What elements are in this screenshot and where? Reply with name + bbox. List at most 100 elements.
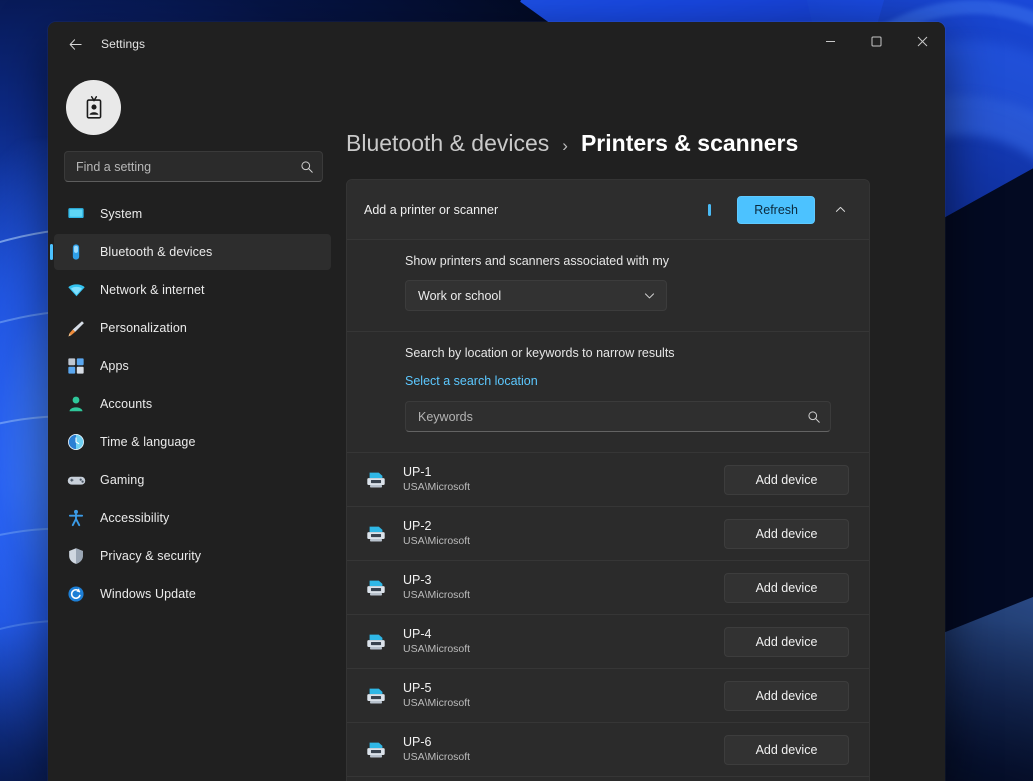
avatar-container [48, 66, 341, 151]
printer-info: UP-5 USA\Microsoft [403, 681, 724, 710]
back-arrow-icon [68, 37, 83, 52]
breadcrumb-parent[interactable]: Bluetooth & devices [346, 130, 549, 157]
printer-name: UP-6 [403, 735, 724, 750]
association-dropdown[interactable]: Work or school [405, 280, 667, 311]
sidebar-item-label: Accounts [100, 397, 152, 411]
printer-info: UP-3 USA\Microsoft [403, 573, 724, 602]
table-row[interactable]: UP-5 USA\Microsoft Add device [347, 668, 869, 722]
sidebar-item-privacy-security[interactable]: Privacy & security [54, 538, 331, 574]
sidebar-item-accessibility[interactable]: Accessibility [54, 500, 331, 536]
select-search-location-link[interactable]: Select a search location [405, 374, 538, 388]
printer-icon [364, 738, 388, 762]
update-icon [66, 584, 86, 604]
back-button[interactable] [58, 29, 92, 59]
avatar[interactable] [66, 80, 121, 135]
association-section: Show printers and scanners associated wi… [347, 239, 869, 331]
search-input[interactable] [76, 160, 300, 174]
collapse-button[interactable] [825, 195, 855, 225]
add-device-button[interactable]: Add device [724, 465, 849, 495]
breadcrumb: Bluetooth & devices › Printers & scanner… [346, 66, 945, 157]
printer-location: USA\Microsoft [403, 480, 724, 494]
loading-bar-icon [708, 204, 711, 216]
sidebar-item-label: Apps [100, 359, 129, 373]
printer-name: UP-5 [403, 681, 724, 696]
sidebar-search-container [48, 151, 341, 182]
printer-icon [364, 522, 388, 546]
printer-icon [364, 576, 388, 600]
sidebar-nav: System Bluetooth & devices [48, 196, 341, 612]
add-device-button[interactable]: Add device [724, 681, 849, 711]
printer-name: UP-2 [403, 519, 724, 534]
sidebar-item-gaming[interactable]: Gaming [54, 462, 331, 498]
printer-info: UP-4 USA\Microsoft [403, 627, 724, 656]
printer-info: UP-6 USA\Microsoft [403, 735, 724, 764]
shield-icon [66, 546, 86, 566]
sidebar-item-windows-update[interactable]: Windows Update [54, 576, 331, 612]
close-icon [917, 36, 928, 47]
printer-info: UP-2 USA\Microsoft [403, 519, 724, 548]
table-row[interactable]: UP-1 USA\Microsoft Add device [347, 452, 869, 506]
clock-globe-icon [66, 432, 86, 452]
sidebar-item-label: Personalization [100, 321, 187, 335]
apps-grid-icon [66, 356, 86, 376]
add-device-button[interactable]: Add device [724, 519, 849, 549]
add-printer-card: Add a printer or scanner Refresh Show pr… [346, 179, 870, 781]
wifi-icon [66, 280, 86, 300]
printer-list: UP-1 USA\Microsoft Add device [347, 452, 869, 781]
search-location-label: Search by location or keywords to narrow… [405, 346, 849, 360]
sidebar-item-accounts[interactable]: Accounts [54, 386, 331, 422]
bluetooth-icon [66, 242, 86, 262]
add-device-button[interactable]: Add device [724, 735, 849, 765]
sidebar: System Bluetooth & devices [48, 66, 341, 781]
sidebar-item-label: Accessibility [100, 511, 169, 525]
printer-name: UP-4 [403, 627, 724, 642]
sidebar-item-bluetooth-devices[interactable]: Bluetooth & devices [54, 234, 331, 270]
minimize-button[interactable] [807, 22, 853, 60]
search-location-section: Search by location or keywords to narrow… [347, 331, 869, 452]
monitor-icon [66, 204, 86, 224]
add-device-button[interactable]: Add device [724, 627, 849, 657]
accessibility-icon [66, 508, 86, 528]
printer-location: USA\Microsoft [403, 696, 724, 710]
sidebar-item-label: Gaming [100, 473, 144, 487]
sidebar-item-label: Bluetooth & devices [100, 245, 212, 259]
sidebar-item-label: Windows Update [100, 587, 196, 601]
keywords-input[interactable] [418, 410, 807, 424]
table-row[interactable]: UP-6 USA\Microsoft Add device [347, 722, 869, 776]
minimize-icon [825, 36, 836, 47]
search-icon[interactable] [807, 410, 821, 424]
table-row[interactable]: UP-3 USA\Microsoft Add device [347, 560, 869, 614]
maximize-icon [871, 36, 882, 47]
printer-icon [364, 630, 388, 654]
keywords-search-box[interactable] [405, 401, 831, 432]
maximize-button[interactable] [853, 22, 899, 60]
person-icon [66, 394, 86, 414]
sidebar-item-label: Time & language [100, 435, 196, 449]
sidebar-item-network-internet[interactable]: Network & internet [54, 272, 331, 308]
sidebar-item-label: Privacy & security [100, 549, 201, 563]
sidebar-item-apps[interactable]: Apps [54, 348, 331, 384]
search-icon[interactable] [300, 160, 314, 174]
window-controls [807, 22, 945, 66]
add-printer-title: Add a printer or scanner [364, 203, 708, 217]
table-row[interactable]: UP-4 USA\Microsoft Add device [347, 614, 869, 668]
add-device-button[interactable]: Add device [724, 573, 849, 603]
refresh-button[interactable]: Refresh [737, 196, 815, 224]
chevron-up-icon [834, 203, 847, 216]
window-titlebar: Settings [48, 22, 945, 66]
main-content: Bluetooth & devices › Printers & scanner… [341, 66, 945, 781]
sidebar-item-label: System [100, 207, 142, 221]
search-box[interactable] [64, 151, 323, 182]
sidebar-item-personalization[interactable]: Personalization [54, 310, 331, 346]
chevron-right-icon: › [562, 136, 568, 156]
close-button[interactable] [899, 22, 945, 60]
sidebar-item-system[interactable]: System [54, 196, 331, 232]
table-row[interactable]: UP-7 USA\Microsoft Add device [347, 776, 869, 781]
app-title: Settings [101, 37, 145, 51]
table-row[interactable]: UP-2 USA\Microsoft Add device [347, 506, 869, 560]
paintbrush-icon [66, 318, 86, 338]
sidebar-item-time-language[interactable]: Time & language [54, 424, 331, 460]
printer-name: UP-3 [403, 573, 724, 588]
settings-window: Settings [48, 22, 945, 781]
printer-icon [364, 684, 388, 708]
